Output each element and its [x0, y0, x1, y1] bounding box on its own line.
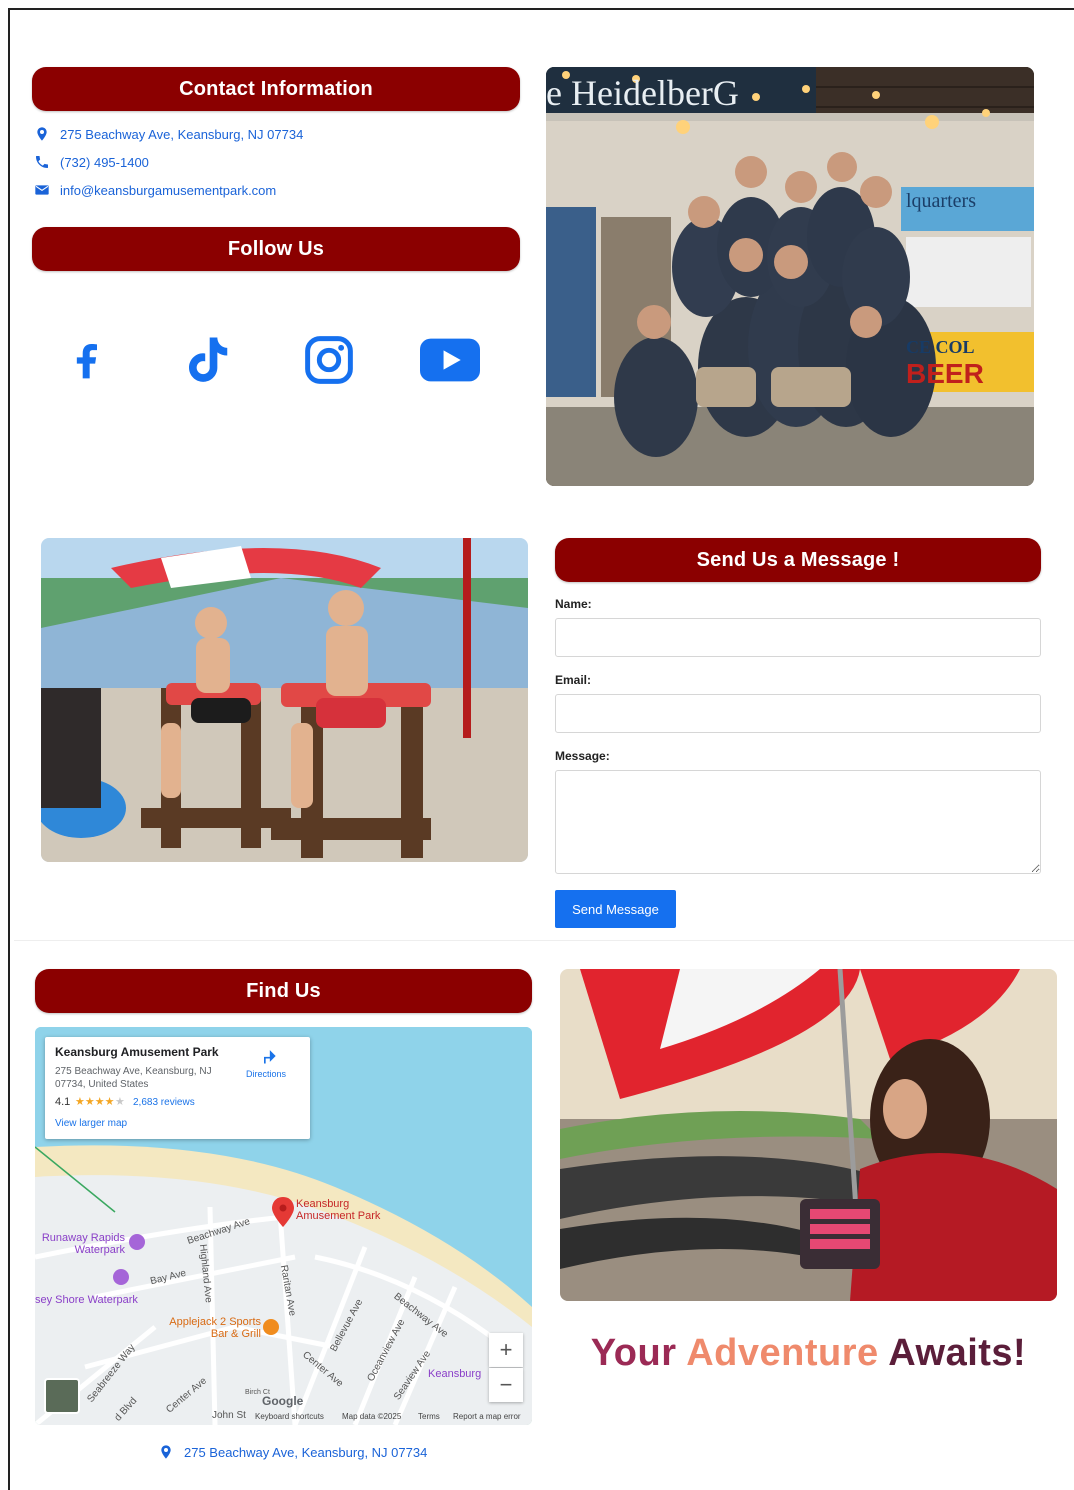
- zoom-out-button[interactable]: −: [489, 1368, 523, 1402]
- adventure-tagline: Your Adventure Awaits!: [560, 1332, 1057, 1375]
- directions-link[interactable]: Directions: [246, 1069, 286, 1079]
- map-pin-label: Keansburg Amusement Park: [296, 1198, 381, 1222]
- rating-stars-icon: ★★★★: [75, 1096, 115, 1108]
- find-heading-text: Find Us: [246, 979, 321, 1002]
- place-name: Keansburg Amusement Park: [55, 1045, 219, 1059]
- location-pin-icon: [161, 1445, 171, 1459]
- contact-heading: Contact Information: [32, 67, 520, 111]
- directions-icon[interactable]: [258, 1046, 280, 1071]
- name-field[interactable]: [555, 618, 1041, 657]
- youtube-icon[interactable]: [420, 330, 480, 390]
- follow-heading-text: Follow Us: [227, 237, 325, 260]
- tagline-word-awaits: Awaits!: [888, 1332, 1027, 1374]
- rating-star-empty-icon: ★: [115, 1096, 125, 1108]
- tiktok-icon[interactable]: [177, 330, 237, 390]
- ice-cold-sign: CE COL: [906, 337, 975, 357]
- find-address-text: 275 Beachway Ave, Keansburg, NJ 07734: [184, 1444, 428, 1460]
- email-field[interactable]: [555, 694, 1041, 733]
- contact-phone-text: (732) 495-1400: [60, 154, 149, 170]
- road-label: John St: [212, 1410, 246, 1421]
- contact-phone[interactable]: (732) 495-1400: [34, 154, 149, 170]
- place-reviews-link[interactable]: 2,683 reviews: [133, 1097, 195, 1108]
- follow-heading: Follow Us: [32, 227, 520, 271]
- find-heading: Find Us: [35, 969, 532, 1013]
- zoom-in-button[interactable]: +: [489, 1333, 523, 1367]
- staff-group-photo: e HeidelberG lquarters CE COL BEER: [546, 67, 1034, 486]
- map-keyboard-shortcuts[interactable]: Keyboard shortcuts: [255, 1412, 324, 1421]
- message-field[interactable]: [555, 770, 1041, 874]
- contact-email-text: info@keansburgamusementpark.com: [60, 182, 277, 198]
- send-message-button[interactable]: Send Message: [555, 890, 676, 928]
- view-larger-map-link[interactable]: View larger map: [55, 1118, 127, 1129]
- place-rating: 4.1: [55, 1096, 71, 1108]
- message-heading: Send Us a Message !: [555, 538, 1041, 582]
- place-address: 275 Beachway Ave, Keansburg, NJ 07734, U…: [55, 1066, 212, 1090]
- contact-email[interactable]: info@keansburgamusementpark.com: [34, 182, 276, 198]
- tagline-word-your: Your: [590, 1332, 677, 1374]
- message-heading-text: Send Us a Message !: [696, 548, 900, 571]
- section-divider: [14, 940, 1074, 941]
- heidelberg-sign: e HeidelberG: [546, 73, 739, 113]
- envelope-icon: [35, 185, 49, 195]
- poi-applejack[interactable]: Applejack 2 Sports Bar & Grill: [166, 1316, 261, 1340]
- facebook-icon[interactable]: [56, 330, 116, 390]
- contact-heading-text: Contact Information: [179, 77, 373, 100]
- name-label: Name:: [555, 597, 592, 611]
- instagram-icon[interactable]: [299, 330, 359, 390]
- email-label: Email:: [555, 673, 592, 687]
- map-report-link[interactable]: Report a map error: [453, 1412, 521, 1421]
- tagline-word-adventure: Adventure: [686, 1332, 879, 1374]
- contact-address-text: 275 Beachway Ave, Keansburg, NJ 07734: [60, 126, 304, 142]
- poi-keansburg[interactable]: Keansburg: [428, 1368, 481, 1380]
- location-pin-icon: [37, 127, 47, 141]
- beer-sign: BEER: [906, 358, 984, 389]
- find-address[interactable]: 275 Beachway Ave, Keansburg, NJ 07734: [158, 1444, 427, 1460]
- go-kart-photo: [560, 969, 1057, 1301]
- poi-runaway-rapids[interactable]: Runaway Rapids Waterpark: [35, 1232, 125, 1256]
- lifeguard-photo: [41, 538, 528, 862]
- google-logo: Google: [262, 1394, 304, 1408]
- message-label: Message:: [555, 749, 610, 763]
- map-terms-link[interactable]: Terms: [418, 1412, 440, 1421]
- map-data-credit: Map data ©2025: [342, 1412, 402, 1421]
- headquarters-sign: lquarters: [906, 190, 976, 212]
- contact-address[interactable]: 275 Beachway Ave, Keansburg, NJ 07734: [34, 126, 303, 142]
- poi-jersey-shore[interactable]: sey Shore Waterpark: [35, 1294, 138, 1306]
- phone-icon: [36, 156, 48, 168]
